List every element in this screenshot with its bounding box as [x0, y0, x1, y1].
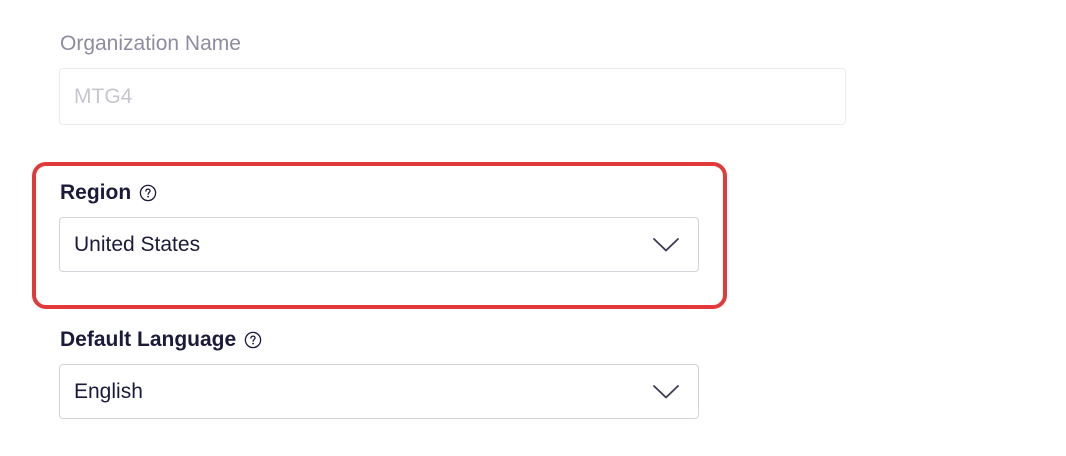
question-circle-icon[interactable] — [244, 331, 262, 349]
organization-settings-form: Organization Name MTG4 Region United Sta… — [0, 0, 1066, 456]
organization-name-label-text: Organization Name — [60, 32, 241, 55]
chevron-down-icon — [652, 384, 680, 400]
question-circle-icon[interactable] — [139, 184, 157, 202]
region-label-text: Region — [60, 181, 132, 204]
default-language-label: Default Language — [60, 327, 262, 353]
region-select[interactable]: United States — [59, 217, 699, 272]
default-language-label-text: Default Language — [60, 328, 237, 351]
chevron-down-icon — [652, 237, 680, 253]
default-language-selected-value: English — [74, 379, 143, 403]
default-language-select[interactable]: English — [59, 364, 699, 419]
region-label: Region — [60, 180, 157, 206]
organization-name-value: MTG4 — [74, 84, 133, 108]
organization-name-label: Organization Name — [60, 31, 241, 57]
organization-name-input: MTG4 — [59, 68, 846, 125]
region-selected-value: United States — [74, 232, 201, 256]
